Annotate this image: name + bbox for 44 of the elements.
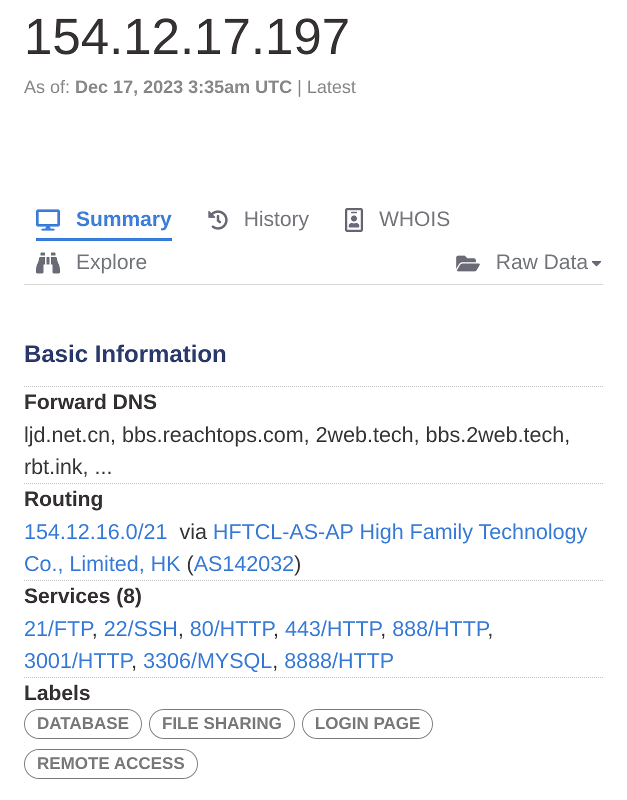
label-tag[interactable]: REMOTE ACCESS: [24, 749, 198, 779]
field-label: Routing: [24, 487, 104, 513]
service-link[interactable]: 888/HTTP: [392, 617, 488, 641]
service-link[interactable]: 3306/MYSQL: [143, 649, 272, 673]
service-link[interactable]: 443/HTTP: [285, 617, 380, 641]
tab[interactable]: WHOIS: [345, 206, 450, 241]
comma-text: ,: [178, 617, 184, 641]
comma-text: ,: [272, 649, 278, 673]
service-link[interactable]: 22/SSH: [104, 617, 178, 641]
network-link[interactable]: 154.12.16.0/21: [24, 520, 168, 544]
label-tag[interactable]: FILE SHARING: [148, 709, 295, 739]
id-badge-icon: [345, 208, 364, 232]
comma-text: ,: [92, 617, 98, 641]
folder-icon: [456, 252, 480, 274]
as-of-timestamp: As of: Dec 17, 2023 3:35am UTC | Latest: [24, 76, 357, 99]
field-label: Forward DNS: [24, 390, 158, 416]
asn-link[interactable]: AS142032: [194, 552, 294, 576]
label-tag[interactable]: LOGIN PAGE: [302, 709, 434, 739]
field-value: ljd.net.cn, bbs.reachtops.com, 2web.tech, bbs.2web.tech, rbt.ink, ...: [24, 422, 572, 481]
via-text: via: [179, 520, 207, 544]
tab[interactable]: Summary: [36, 206, 172, 241]
dropdown-button[interactable]: Raw Data: [456, 249, 603, 277]
parenthesis-text: (: [186, 552, 194, 576]
binoculars-icon: [36, 251, 60, 275]
service-link[interactable]: 8888/HTTP: [284, 649, 394, 673]
comma-text: ,: [380, 617, 386, 641]
comma-text: ,: [131, 649, 138, 673]
comma-text: ,: [487, 617, 494, 641]
label-tag[interactable]: DATABASE: [24, 709, 142, 739]
ip-address-title: 154.12.17.197: [24, 10, 352, 63]
service-link[interactable]: 80/HTTP: [190, 617, 274, 641]
field-label: Labels: [24, 681, 92, 707]
service-link[interactable]: 21/FTP: [24, 617, 92, 641]
monitor-icon: [36, 208, 60, 232]
parenthesis-text: ): [294, 552, 302, 576]
tab[interactable]: History: [208, 206, 310, 241]
field-label: Services (8): [24, 584, 143, 610]
service-link[interactable]: 3001/HTTP: [24, 649, 132, 673]
history-icon: [208, 210, 228, 230]
tab[interactable]: Explore: [36, 249, 148, 284]
section-heading: Basic Information: [24, 340, 228, 370]
comma-text: ,: [273, 617, 280, 641]
organization-link[interactable]: Co., Limited, HK: [24, 552, 181, 576]
organization-link[interactable]: HFTCL-AS-AP High Family Technology: [212, 520, 588, 544]
